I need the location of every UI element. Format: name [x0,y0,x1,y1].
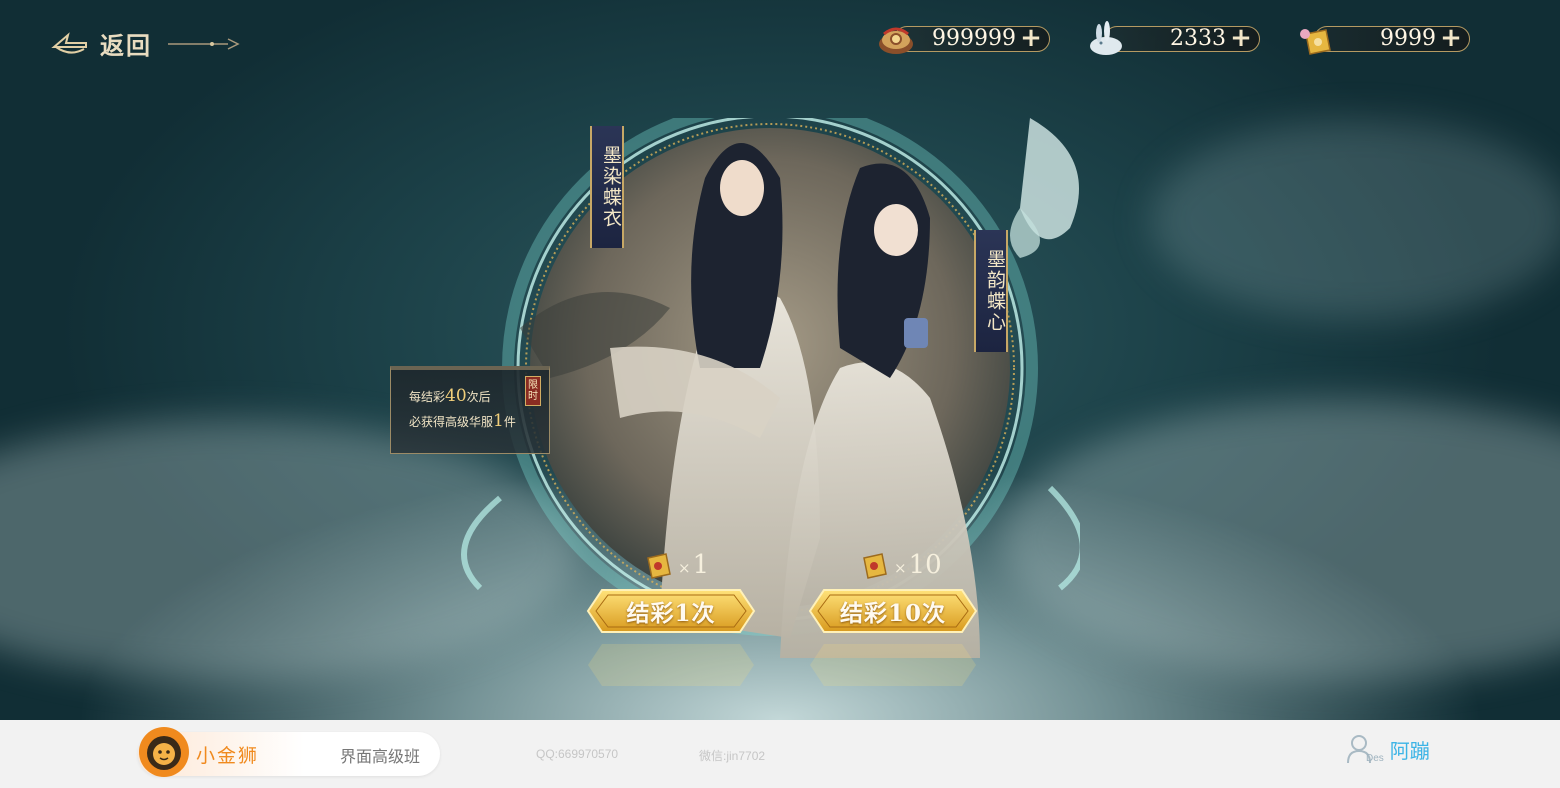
mist-right [1000,400,1560,680]
cost-multiplier: × [894,559,907,577]
footer-bar: 小金狮 界面高级班 QQ:669970570 微信:jin7702 Des 阿蹦 [0,720,1560,788]
outfit-name-scroll-right: 墨韵蝶心 [974,230,1008,352]
currency-coins: 999999 + [876,24,1050,54]
button-reflection [810,644,976,686]
button-reflection [588,644,754,686]
add-pouch-button[interactable]: + [1440,25,1462,51]
draw-ten-button[interactable]: 结彩10次 [808,588,978,634]
guarantee-text: 件 [503,415,516,429]
gacha-stage: 返回 999999 + 2333 + 9999 + 墨染蝶衣 墨韵蝶心 每结彩4… [0,0,1560,720]
guarantee-line2: 必获得高级华服1件 [409,409,549,434]
lucky-bag-icon [647,553,671,579]
back-button[interactable]: 返回 [50,26,240,61]
draw-once-button[interactable]: 结彩1次 [586,588,756,634]
back-arrow-icon [51,31,87,53]
guarantee-count: 40 [445,386,467,406]
guarantee-text: 每结彩 [409,390,446,404]
cost-amount: 1 [692,550,710,580]
brand-name: 小金狮 [196,745,260,767]
lucky-bag-icon [863,553,887,579]
currency-value: 999999 [932,26,1016,51]
currency-value: 2333 [1170,26,1226,51]
currency-rabbit: 2333 + [1086,21,1260,55]
add-coins-button[interactable]: + [1020,25,1042,51]
limited-time-tag: 限时 [525,376,541,406]
draw-ten-label: 结彩10次 [839,600,946,627]
add-rabbit-button[interactable]: + [1230,25,1252,51]
lion-logo-icon [139,727,189,777]
course-name: 界面高级班 [340,747,421,766]
draw-cost-single: × 1 [640,548,709,580]
qq-contact: QQ:669970570 [536,747,619,761]
brand-pill: 小金狮 界面高级班 [138,727,440,777]
decorative-line-icon [168,37,240,50]
draw-once-label: 结彩1次 [626,600,716,627]
author-name: 阿蹦 [1389,738,1430,763]
guarantee-panel: 每结彩40次后 必获得高级华服1件 限时 [390,366,550,454]
hero-artwork [461,118,1080,658]
cost-amount: 10 [908,550,942,580]
currency-value: 9999 [1380,26,1436,51]
jade-rabbit-icon [1090,21,1122,55]
coin-bag-icon [879,27,913,54]
author-credit: Des 阿蹦 [1346,734,1430,764]
cost-multiplier: × [678,559,691,577]
guarantee-count: 1 [493,411,504,431]
draw-cost-ten: × 10 [856,548,942,580]
currency-pouch: 9999 + [1296,24,1470,55]
mist-upper-right [1150,120,1560,320]
guarantee-text: 次后 [466,390,491,404]
golden-pouch-icon [1300,29,1331,55]
back-label: 返回 [100,31,152,60]
author-tag: Des [1366,752,1384,764]
outfit-name-scroll-left: 墨染蝶衣 [590,126,624,248]
guarantee-text: 必获得高级华服 [409,415,494,429]
wechat-contact: 微信:jin7702 [699,749,766,763]
